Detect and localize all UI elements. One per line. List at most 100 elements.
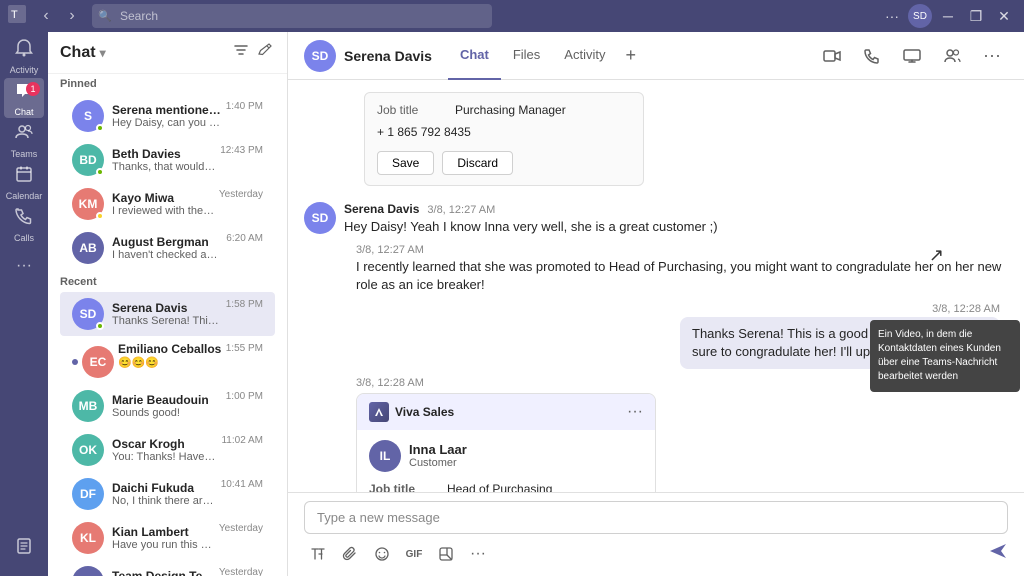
chat-header: SD Serena Davis Chat Files Activity + (288, 32, 1024, 80)
sticker-button[interactable] (432, 540, 460, 568)
screen-share-button[interactable] (896, 40, 928, 72)
messages-area: Job title Purchasing Manager + 1 865 792… (288, 80, 1024, 492)
activity-icon (14, 38, 34, 63)
card-menu-button[interactable]: ··· (627, 403, 643, 421)
sidebar-scroll: Pinned S Serena mentioned you Hey Daisy,… (48, 74, 287, 576)
chat-item-left: EC (72, 346, 114, 378)
card-fields: Job title Head of Purchasing Company Rel… (357, 478, 655, 492)
pinned-section: Pinned S Serena mentioned you Hey Daisy,… (48, 74, 287, 272)
recent-label: Recent (60, 276, 275, 288)
tab-chat[interactable]: Chat (448, 32, 501, 80)
avatar: KL (72, 522, 104, 554)
minimize-button[interactable]: ─ (936, 4, 960, 28)
people-button[interactable] (936, 40, 968, 72)
attach-button[interactable] (336, 540, 364, 568)
message-group: SD Serena Davis 3/8, 12:27 AM Hey Daisy!… (304, 202, 1008, 236)
filter-button[interactable] (231, 40, 251, 65)
avatar: SD (304, 202, 336, 234)
svg-text:T: T (11, 9, 18, 21)
edit-card: Job title Purchasing Manager + 1 865 792… (364, 92, 1008, 186)
chat-dropdown-icon[interactable]: ▾ (100, 46, 106, 60)
chat-info: Marie Beaudouin Sounds good! (112, 393, 222, 419)
message-time-cont: 3/8, 12:27 AM (356, 244, 1008, 256)
send-button[interactable] (988, 541, 1008, 567)
chat-badge: 1 (26, 82, 40, 96)
gif-button[interactable]: GIF (400, 540, 428, 568)
list-item[interactable]: S Serena mentioned you Hey Daisy, can yo… (60, 94, 275, 138)
list-item[interactable]: EC Emiliano Ceballos 😊😊😊 1:55 PM (60, 336, 275, 384)
sidebar-header-actions (231, 40, 275, 65)
more-header-button[interactable]: ··· (976, 40, 1008, 72)
list-item[interactable]: KL Kian Lambert Have you run this by Bet… (60, 516, 275, 560)
tab-add-button[interactable]: + (617, 32, 644, 80)
rail-item-activity[interactable]: Activity (4, 36, 44, 76)
rail-item-teams[interactable]: Teams (4, 120, 44, 160)
tab-files[interactable]: Files (501, 32, 552, 80)
rail-item-notes[interactable] (4, 528, 44, 568)
titlebar-actions: ··· SD ─ ❐ ✕ (880, 4, 1016, 28)
nav-back-button[interactable]: ‹ (34, 4, 58, 28)
format-button[interactable] (304, 540, 332, 568)
calendar-icon (14, 164, 34, 189)
avatar: TD (72, 566, 104, 576)
viva-sales-card: Viva Sales ··· IL Inna Laar Customer J (356, 393, 656, 492)
list-item[interactable]: MB Marie Beaudouin Sounds good! 1:00 PM (60, 384, 275, 428)
chat-info: Oscar Krogh You: Thanks! Have a nice wee… (112, 437, 217, 463)
chat-info: Team Design Template Reta: Let's set up … (112, 569, 215, 576)
video-call-button[interactable] (816, 40, 848, 72)
audio-call-button[interactable] (856, 40, 888, 72)
rail-item-more[interactable]: ··· (4, 246, 44, 286)
cursor: ↗ (929, 245, 944, 266)
card-edit-actions: Save Discard (377, 151, 631, 175)
avatar: DF (72, 478, 104, 510)
message-header: Serena Davis 3/8, 12:27 AM (344, 202, 1008, 216)
pinned-label: Pinned (60, 78, 275, 90)
list-item[interactable]: DF Daichi Fukuda No, I think there are o… (60, 472, 275, 516)
list-item[interactable]: AB August Bergman I haven't checked avai… (60, 226, 275, 270)
sidebar-header: Chat ▾ (48, 32, 287, 74)
right-message-time: 3/8, 12:28 AM (680, 303, 1000, 315)
avatar: OK (72, 434, 104, 466)
more-options-button[interactable]: ··· (880, 4, 904, 28)
list-item[interactable]: OK Oscar Krogh You: Thanks! Have a nice … (60, 428, 275, 472)
chat-label: Chat (14, 107, 33, 117)
chat-info: Emiliano Ceballos 😊😊😊 (118, 342, 222, 369)
list-item[interactable]: TD Team Design Template Reta: Let's set … (60, 560, 275, 576)
card-logo: Viva Sales (369, 402, 454, 422)
chat-tabs: Chat Files Activity + (448, 32, 644, 80)
chat-header-name: Serena Davis (344, 48, 432, 64)
app-icon: T (8, 5, 26, 28)
avatar: S (72, 100, 104, 132)
rail-item-calls[interactable]: Calls (4, 204, 44, 244)
list-item[interactable]: KM Kayo Miwa I reviewed with the client … (60, 182, 275, 226)
chat-header-right: ··· (816, 40, 1008, 72)
chat-info: August Bergman I haven't checked availab… (112, 235, 222, 261)
card-phone: + 1 865 792 8435 (377, 121, 631, 143)
nav-forward-button[interactable]: › (60, 4, 84, 28)
message-input-placeholder[interactable]: Type a new message (304, 501, 1008, 534)
search-input[interactable] (92, 4, 492, 28)
tab-activity[interactable]: Activity (552, 32, 617, 80)
chat-info: Kian Lambert Have you run this by Beth? … (112, 525, 215, 551)
card-person-section: IL Inna Laar Customer (357, 430, 655, 478)
status-dot (96, 168, 104, 176)
close-button[interactable]: ✕ (992, 4, 1016, 28)
rail-item-calendar[interactable]: Calendar (4, 162, 44, 202)
list-item[interactable]: SD Serena Davis Thanks Serena! This is a… (60, 292, 275, 336)
discard-button[interactable]: Discard (442, 151, 513, 175)
rail-item-chat[interactable]: 1 Chat (4, 78, 44, 118)
list-item[interactable]: BD Beth Davies Thanks, that would be nic… (60, 138, 275, 182)
app-body: Activity 1 Chat Teams Calendar Calls (0, 32, 1024, 576)
card-field-job: Job title Head of Purchasing (369, 482, 643, 492)
avatar: MB (72, 390, 104, 422)
message-continuation: 3/8, 12:27 AM I recently learned that sh… (344, 244, 1008, 294)
compose-button[interactable] (255, 40, 275, 65)
card-header: Viva Sales ··· (357, 394, 655, 430)
more-icon: ··· (16, 257, 32, 275)
more-tools-button[interactable]: ··· (464, 540, 492, 568)
save-button[interactable]: Save (377, 151, 434, 175)
restore-button[interactable]: ❐ (964, 4, 988, 28)
emoji-button[interactable] (368, 540, 396, 568)
left-rail: Activity 1 Chat Teams Calendar Calls (0, 32, 48, 576)
user-avatar[interactable]: SD (908, 4, 932, 28)
